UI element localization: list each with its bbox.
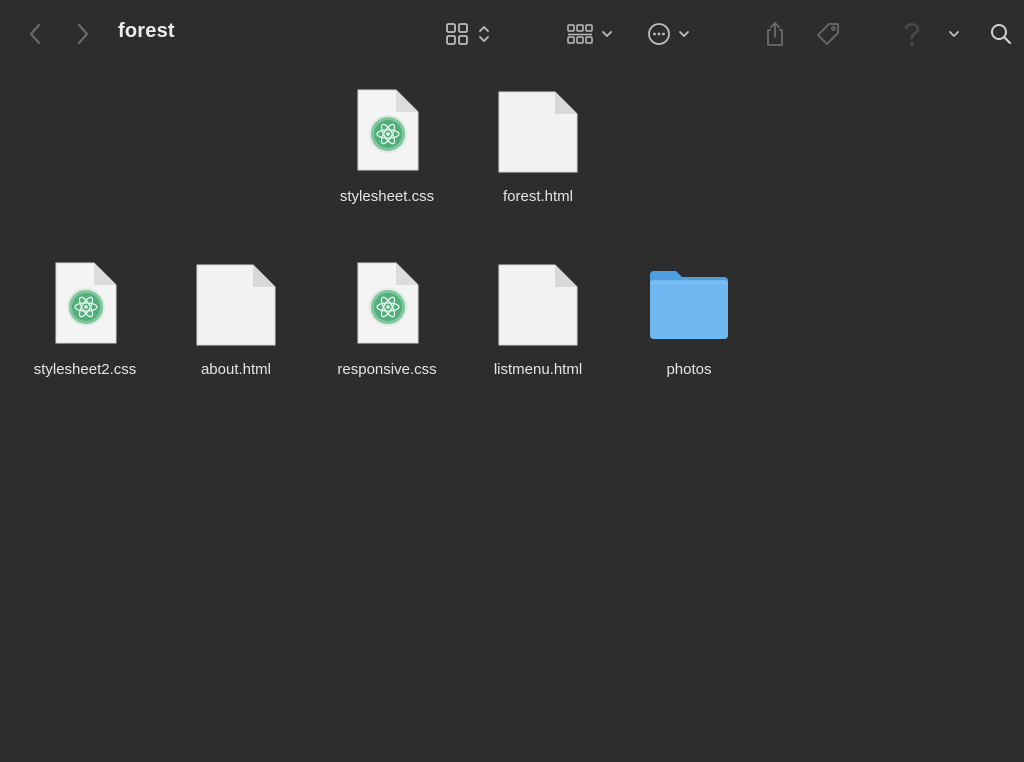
file-item-label: photos (666, 361, 712, 378)
css-document-icon (55, 262, 117, 344)
file-item-label: stylesheet2.css (33, 361, 137, 378)
file-item-stylesheet-css[interactable]: stylesheet.css (312, 88, 462, 218)
file-item-label: stylesheet.css (339, 188, 435, 205)
file-item-responsive-css[interactable]: responsive.css (312, 261, 462, 391)
file-item-listmenu-html[interactable]: listmenu.html (463, 261, 613, 391)
file-item-forest-html[interactable]: forest.html (463, 88, 613, 218)
css-document-icon (357, 89, 419, 171)
file-item-stylesheet2-css[interactable]: stylesheet2.css (10, 261, 160, 391)
file-item-photos-folder[interactable]: photos (614, 261, 764, 391)
file-icon-grid: stylesheet.css forest.html stylesheet2.c… (0, 0, 1024, 762)
file-item-label: about.html (200, 361, 272, 378)
html-document-icon (498, 264, 578, 346)
file-item-label: responsive.css (337, 361, 437, 378)
file-item-label: forest.html (502, 188, 574, 205)
file-item-label: listmenu.html (493, 361, 583, 378)
css-document-icon (357, 262, 419, 344)
html-document-icon (498, 91, 578, 173)
html-document-icon (196, 264, 276, 346)
folder-icon (650, 271, 728, 339)
file-item-about-html[interactable]: about.html (161, 261, 311, 391)
